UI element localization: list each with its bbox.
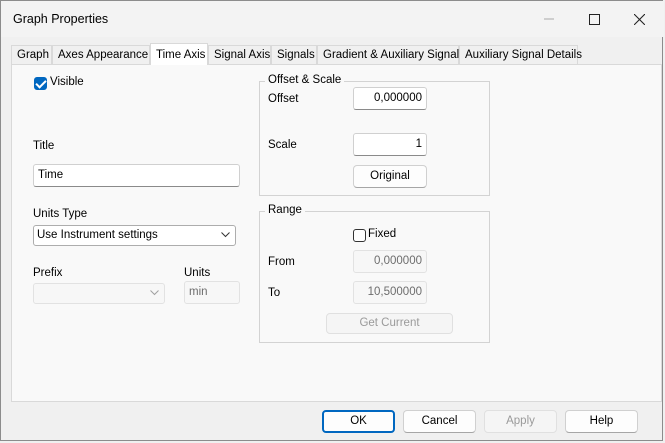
units-label: Units [184,267,211,279]
help-button[interactable]: Help [565,410,638,433]
units-input[interactable]: min [184,281,240,304]
cancel-button[interactable]: Cancel [403,410,476,433]
chevron-down-icon [150,290,159,296]
maximize-icon [588,13,600,25]
to-label: To [268,287,281,299]
window-title: Graph Properties [13,12,109,26]
offset-label: Offset [268,93,299,105]
maximize-button[interactable] [571,1,617,37]
tab-graph[interactable]: Graph [11,45,52,64]
visible-checkbox[interactable] [34,77,47,90]
scale-input[interactable]: 1 [353,133,427,156]
title-label: Title [33,140,55,152]
close-icon [633,13,645,25]
tab-signals[interactable]: Signals [271,45,317,64]
tab-axes-appearance[interactable]: Axes Appearance [52,45,150,64]
from-label: From [268,256,295,268]
get-current-button[interactable]: Get Current [326,313,453,334]
title-bar[interactable]: Graph Properties [1,1,664,37]
ok-button[interactable]: OK [322,410,395,433]
chevron-down-icon [221,232,230,238]
to-input[interactable]: 10,500000 [353,281,427,304]
range-group-title: Range [265,204,305,216]
fixed-label: Fixed [368,228,397,240]
prefix-select[interactable] [33,283,165,304]
apply-button[interactable]: Apply [484,410,557,433]
tab-gradient-auxiliary-signals[interactable]: Gradient & Auxiliary Signals [317,45,465,64]
minimize-button[interactable] [526,1,572,37]
fixed-checkbox[interactable] [353,229,366,242]
scale-label: Scale [268,139,297,151]
close-button[interactable] [616,1,662,37]
tab-signal-axis[interactable]: Signal Axis [208,45,271,64]
original-button[interactable]: Original [353,165,427,188]
minimize-icon [544,18,554,20]
units-type-select[interactable]: Use Instrument settings [33,225,236,246]
title-input[interactable]: Time [33,164,240,187]
offset-input[interactable]: 0,000000 [353,87,427,110]
from-input[interactable]: 0,000000 [353,250,427,273]
visible-label: Visible [50,76,84,88]
prefix-label: Prefix [33,267,63,279]
offset-scale-group-title: Offset & Scale [265,74,345,86]
tab-auxiliary-signal-details[interactable]: Auxiliary Signal Details [459,45,582,64]
units-type-label: Units Type [33,208,88,220]
units-type-value: Use Instrument settings [37,229,158,241]
tab-time-axis[interactable]: Time Axis [150,43,208,65]
dialog-window: Graph Properties Graph Axes Appearance T… [0,0,664,441]
